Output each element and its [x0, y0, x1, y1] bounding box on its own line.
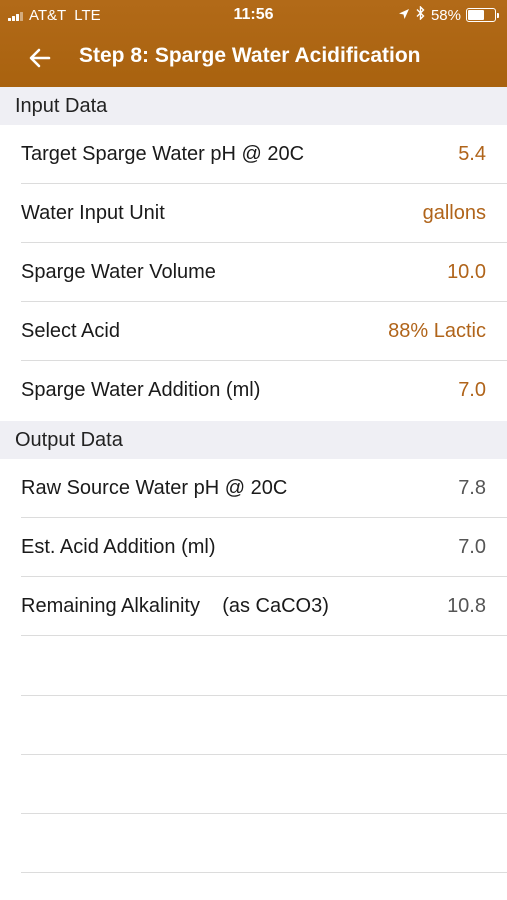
empty-row — [21, 814, 507, 873]
back-arrow-icon — [29, 48, 51, 68]
output-row-acid-addition: Est. Acid Addition (ml) 7.0 — [21, 518, 507, 577]
row-value[interactable]: gallons — [423, 202, 486, 225]
row-label: Sparge Water Volume — [21, 260, 216, 283]
input-row-sparge-volume[interactable]: Sparge Water Volume 10.0 — [21, 243, 507, 302]
row-label: Target Sparge Water pH @ 20C — [21, 142, 305, 165]
status-bar: AT&T LTE 11:56 58% — [0, 0, 507, 30]
row-label: Raw Source Water pH @ 20C — [21, 476, 288, 499]
row-label: Select Acid — [21, 319, 120, 342]
section-header-output: Output Data — [0, 421, 507, 459]
row-value: 7.0 — [458, 535, 486, 558]
bluetooth-icon — [416, 5, 425, 24]
app-header: AT&T LTE 11:56 58% Step 8: Sparge Water … — [0, 0, 507, 87]
back-button[interactable] — [22, 40, 58, 76]
row-value: 7.8 — [458, 476, 486, 499]
row-value[interactable]: 10.0 — [447, 261, 486, 284]
empty-row — [21, 696, 507, 755]
row-value[interactable]: 7.0 — [458, 379, 486, 402]
row-value[interactable]: 5.4 — [458, 143, 486, 166]
input-row-water-unit[interactable]: Water Input Unit gallons — [21, 184, 507, 243]
row-value[interactable]: 88% Lactic — [388, 320, 486, 343]
empty-row — [21, 755, 507, 814]
empty-row — [21, 637, 507, 696]
input-row-sparge-addition[interactable]: Sparge Water Addition (ml) 7.0 — [21, 361, 507, 420]
row-label: Water Input Unit — [21, 201, 165, 224]
row-label: Remaining Alkalinity (as CaCO3) — [21, 594, 329, 617]
battery-icon — [466, 8, 496, 22]
input-row-target-ph[interactable]: Target Sparge Water pH @ 20C 5.4 — [21, 125, 507, 184]
input-row-select-acid[interactable]: Select Acid 88% Lactic — [21, 302, 507, 361]
output-row-raw-ph: Raw Source Water pH @ 20C 7.8 — [21, 459, 507, 518]
row-value: 10.8 — [447, 594, 486, 617]
status-right: 58% — [398, 5, 499, 24]
location-arrow-icon — [398, 7, 410, 24]
battery-percent: 58% — [430, 6, 461, 24]
page-title: Step 8: Sparge Water Acidification — [79, 44, 421, 67]
nav-bar: Step 8: Sparge Water Acidification — [0, 30, 507, 87]
output-row-remaining-alkalinity: Remaining Alkalinity (as CaCO3) 10.8 — [21, 577, 507, 636]
row-label: Est. Acid Addition (ml) — [21, 535, 216, 558]
section-header-input: Input Data — [0, 87, 507, 125]
battery-tip — [497, 12, 499, 18]
row-label: Sparge Water Addition (ml) — [21, 379, 261, 401]
